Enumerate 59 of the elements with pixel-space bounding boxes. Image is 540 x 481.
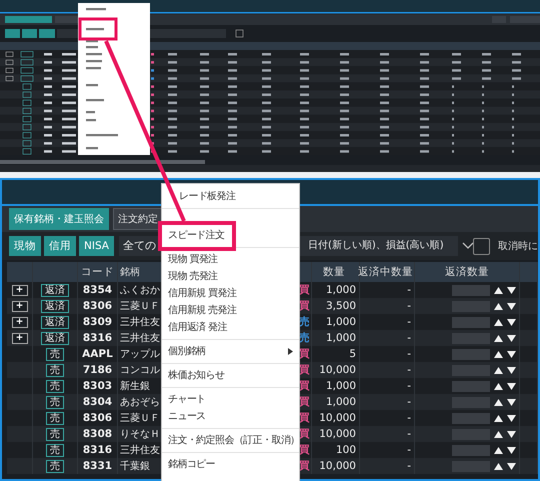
table-cell: - [407, 364, 411, 376]
table-cell: - [407, 380, 411, 392]
table-cell: 100 [336, 444, 356, 456]
table-cell: - [407, 460, 411, 472]
table-cell-text: 三井住友 [120, 444, 160, 457]
table-cell: 8331 [82, 460, 112, 472]
table-cell: 1,000 [326, 332, 356, 344]
table-cell: 3,500 [326, 300, 356, 312]
table-cell-text: ふくおか [120, 284, 160, 297]
table-cell: - [407, 332, 411, 344]
table-cell: 1,000 [326, 284, 356, 296]
table-cell: 買 [299, 347, 310, 361]
table-cell: 買 [299, 299, 310, 313]
table-cell: 8308 [82, 428, 112, 440]
table-cell: 買 [299, 427, 310, 441]
table-cell-text: 三井住友 [120, 332, 160, 345]
table-cell: - [407, 428, 411, 440]
table-cell: AAPL [82, 348, 113, 360]
table-cell: - [407, 300, 411, 312]
table-cell: 8354 [82, 284, 112, 296]
table-cell: - [407, 284, 411, 296]
table-cell: 5 [349, 348, 356, 360]
table-cell: 買 [299, 283, 310, 297]
table-cell: 買 [299, 395, 310, 409]
table-cell-text: あおぞら [120, 396, 160, 409]
table-cell: 1,000 [326, 380, 356, 392]
table-cell: 8304 [82, 396, 112, 408]
table-cell-text: りそなＨ [120, 428, 160, 441]
table-cell: 買 [299, 443, 310, 457]
table-cell: 1,000 [326, 316, 356, 328]
table-cell: 7186 [82, 364, 112, 376]
table-cell-text: 三菱ＵＦ [120, 300, 160, 313]
checkbox-label: 取消時に [498, 240, 538, 253]
table-cell: 8316 [82, 444, 112, 456]
table-cell: - [407, 444, 411, 456]
table-cell: 10,000 [319, 364, 356, 376]
table-cell: 10,000 [319, 412, 356, 424]
table-cell: 買 [299, 459, 310, 473]
table-cell: 8306 [82, 300, 112, 312]
table-cell: 8306 [82, 412, 112, 424]
table-cell: 8303 [82, 380, 112, 392]
table-cell-text: 三井住友 [120, 316, 160, 329]
table-cell: - [407, 316, 411, 328]
table-cell: - [407, 348, 411, 360]
table-cell: 買 [299, 379, 310, 393]
table-cell: 10,000 [319, 428, 356, 440]
table-cell-text: 新生銀 [120, 380, 150, 393]
table-cell-text: アップル [120, 348, 160, 361]
table-cell: 8309 [82, 316, 112, 328]
table-cell: 買 [299, 411, 310, 425]
table-cell: 8316 [82, 332, 112, 344]
table-cell-text: 三菱ＵＦ [120, 412, 160, 425]
table-cell: 10,000 [319, 460, 356, 472]
table-cell-text: 千葉銀 [120, 460, 150, 473]
table-cell: 1,000 [326, 396, 356, 408]
table-cell-text: コンコル [120, 364, 160, 377]
table-cell: 買 [299, 363, 310, 377]
table-cell: - [407, 396, 411, 408]
table-cell: - [407, 412, 411, 424]
